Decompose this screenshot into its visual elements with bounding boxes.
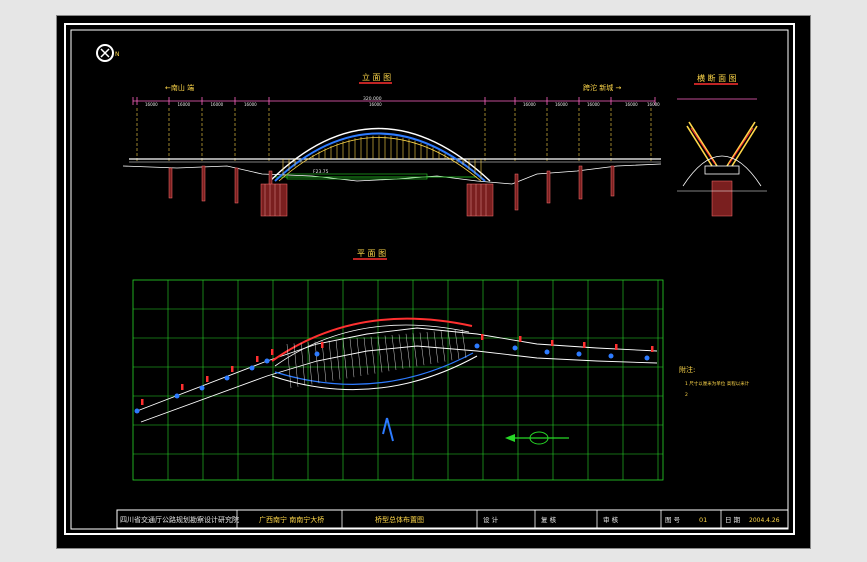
pier-marker (174, 393, 180, 399)
pier-tag (551, 340, 554, 346)
date-label: 日 期 (725, 516, 741, 524)
pier-tag (141, 399, 144, 405)
note-line-2: 2 (685, 392, 688, 398)
pier-tag (206, 376, 209, 382)
plan-title: 平 面 图 (357, 249, 386, 258)
pier-marker (249, 365, 255, 371)
dimension-label: 16000 (587, 102, 600, 107)
notes-title: 附注: (679, 365, 695, 374)
notes: 附注: 1 尺寸以厘米为单位 高程以米计 2 (679, 365, 750, 398)
pier-tag (321, 342, 324, 348)
pier-marker (199, 385, 205, 391)
checker-label: 复 核 (541, 515, 557, 524)
compass-logo: N (96, 44, 120, 62)
pier-marker (314, 351, 320, 357)
project-name: 广西南宁 南南宁大桥 (259, 515, 324, 524)
dimension-label: 16000 (244, 102, 257, 107)
dimension-labels: 16000 16000 16000 16000 16000 16000 16000 16000… (145, 102, 660, 107)
arch-outer (269, 127, 491, 182)
dimension-label: 16000 (211, 102, 224, 107)
pier-tag (519, 336, 522, 342)
alignment-upper (136, 327, 658, 412)
pier-marker (264, 358, 270, 364)
pier-marker (224, 375, 230, 381)
plan-view: 平 面 图 (132, 249, 664, 481)
elevation-title: 立 面 图 (362, 72, 391, 82)
pier-tag (256, 356, 259, 362)
reviewer-label: 审 核 (603, 515, 619, 524)
inner-frame (64, 23, 795, 535)
cross-section-view: 横 断 面 图 (677, 73, 767, 217)
elevation-view: 立 面 图 ←南山 端 跨沱 新城 → 16000 16000 16000 16000… (122, 72, 662, 217)
drawing-sheet: N 立 面 图 ←南山 端 跨沱 新城 → 16000 16000 16000 160… (56, 15, 811, 549)
dimension-label: 16000 (647, 102, 660, 107)
title-block: 四川省交通厅公路规划勘察设计研究院 广西南宁 南南宁大桥 桥型总体布置图 设 计… (116, 509, 789, 529)
dimension-label: 16000 (145, 102, 158, 107)
pier-marker (644, 355, 650, 361)
pier-marker (608, 353, 614, 359)
arch-foundations (260, 183, 494, 217)
section-deck (704, 165, 740, 175)
svg-text:N: N (115, 51, 120, 58)
pier-tag (615, 344, 618, 350)
pier-markers (134, 334, 654, 414)
cad-drawing: N 立 面 图 ←南山 端 跨沱 新城 → 16000 16000 16000 160… (64, 23, 795, 535)
section-pile-cap (711, 180, 733, 217)
dimension-label: 16000 (369, 102, 382, 107)
dimension-label: 16000 (178, 102, 191, 107)
elevation-left-label: ←南山 端 (165, 83, 194, 92)
drawing-no-label: 图 号 (665, 516, 681, 524)
drawing-no-value: 01 (699, 516, 707, 524)
pile-lines (264, 184, 487, 216)
flow-arrow-icon (382, 417, 394, 442)
dimension-label: 16000 (523, 102, 536, 107)
designer-label: 设 计 (483, 515, 499, 524)
drawing-name: 桥型总体布置图 (375, 515, 424, 524)
north-arrow-icon (505, 431, 569, 445)
pier-marker (544, 349, 550, 355)
date-value: 2004.4.26 (749, 517, 780, 524)
dimension-label: 16000 (625, 102, 638, 107)
pier-marker (512, 345, 518, 351)
pier-tag (181, 384, 184, 390)
pier-tag (271, 349, 274, 355)
pier-marker (576, 351, 582, 357)
org-name: 四川省交通厅公路规划勘察设计研究院 (120, 515, 239, 524)
note-line-1: 1 尺寸以厘米为单位 高程以米计 (685, 380, 750, 387)
pier-tag (231, 366, 234, 372)
main-span-label: 320.000 (363, 96, 382, 102)
pier-marker (474, 343, 480, 349)
alignment-lower (140, 345, 658, 423)
pier-tag (651, 346, 654, 352)
pier-tag (583, 342, 586, 348)
pier-marker (134, 408, 140, 414)
approach-piers (168, 165, 615, 211)
section-title: 横 断 面 图 (697, 73, 737, 83)
pier-tag (481, 334, 484, 340)
dimension-label: 16000 (555, 102, 568, 107)
elevation-right-label: 跨沱 新城 → (583, 83, 621, 92)
